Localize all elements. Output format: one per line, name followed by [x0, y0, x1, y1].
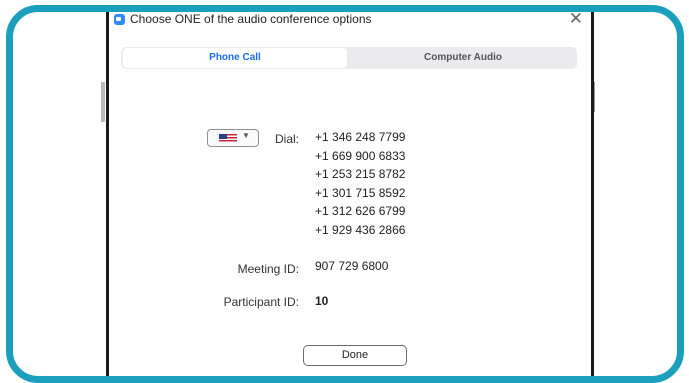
close-button[interactable]: ✕ — [569, 12, 583, 29]
dial-number: +1 929 436 2866 — [315, 222, 406, 237]
window-title: Choose ONE of the audio conference optio… — [130, 12, 372, 26]
dial-number: +1 346 248 7799 — [315, 130, 406, 144]
chevron-down-icon: ▼ — [242, 131, 250, 140]
dial-number: +1 301 715 8592 — [315, 185, 406, 200]
participant-id-value: 10 — [315, 294, 329, 308]
dial-number: +1 669 900 6833 — [315, 148, 406, 163]
dial-number: +1 253 215 8782 — [315, 167, 406, 182]
dial-number: +1 312 626 6799 — [315, 204, 406, 219]
tab-phone-call[interactable]: Phone Call — [123, 48, 347, 68]
zoom-app-icon — [114, 14, 125, 25]
background-window-edge — [101, 82, 105, 122]
country-select[interactable]: ▼ — [207, 129, 259, 147]
title-bar: Choose ONE of the audio conference optio… — [109, 12, 591, 36]
screenshot-frame: Choose ONE of the audio conference optio… — [6, 5, 684, 383]
us-flag-icon — [219, 134, 237, 143]
audio-options-dialog: Choose ONE of the audio conference optio… — [106, 12, 594, 376]
dial-number-list: +1 346 248 7799 +1 669 900 6833 +1 253 2… — [315, 128, 405, 240]
meeting-id-value: 907 729 6800 — [315, 259, 389, 273]
tab-computer-audio[interactable]: Computer Audio — [349, 47, 577, 69]
participant-id-label: Participant ID: — [223, 295, 299, 309]
done-button[interactable]: Done — [303, 345, 407, 366]
meeting-id-label: Meeting ID: — [237, 262, 299, 276]
dial-label: Dial: — [274, 132, 299, 146]
tab-bar: Phone Call Computer Audio — [121, 47, 577, 69]
